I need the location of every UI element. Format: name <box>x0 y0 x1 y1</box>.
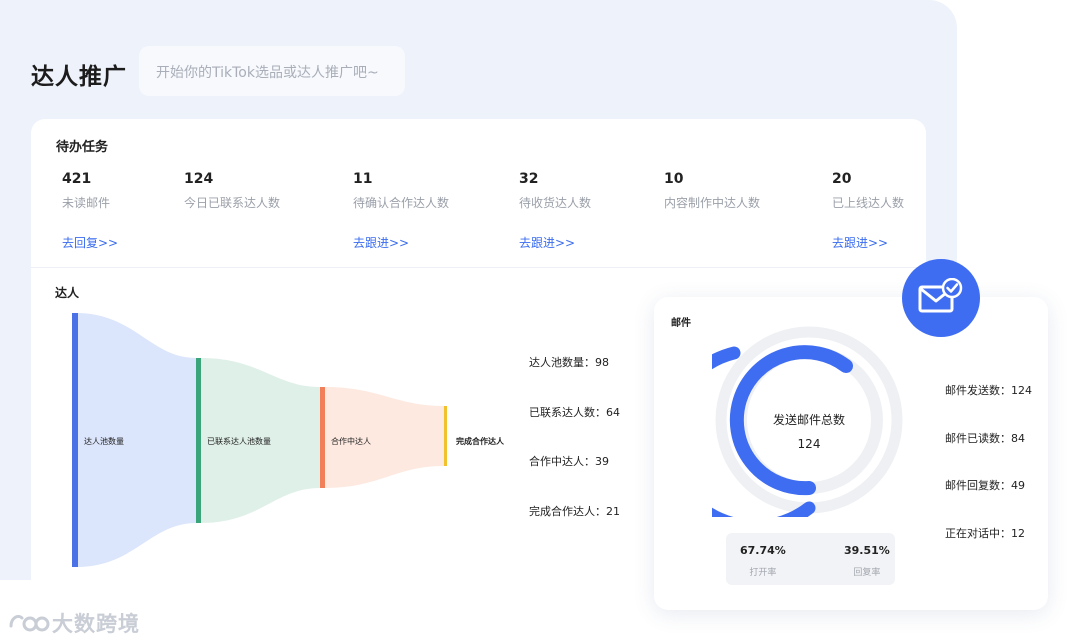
influencer-heading: 达人 <box>55 286 80 300</box>
task-count: 20 <box>832 171 852 187</box>
funnel-bar-cooperating <box>320 387 325 488</box>
task-count: 11 <box>353 171 373 187</box>
task-label: 内容制作中达人数 <box>664 196 761 210</box>
funnel-bar-contacted <box>196 358 201 523</box>
stat-mail-replied: 邮件回复数：49 <box>945 479 1025 492</box>
task-contacted-today: 124 今日已联系达人数 <box>184 171 280 211</box>
task-count: 124 <box>184 171 214 187</box>
mail-stats: 邮件发送数：124 邮件已读数：84 邮件回复数：49 正在对话中：12 <box>945 382 1032 572</box>
donut-center: 发送邮件总数 124 <box>739 411 879 451</box>
follow-up-link[interactable]: 去跟进>> <box>519 234 591 251</box>
task-label: 已上线达人数 <box>832 196 905 210</box>
watermark: 大数跨境 <box>8 608 140 638</box>
task-label: 待收货达人数 <box>519 196 592 210</box>
search-input[interactable]: 开始你的TikTok选品或达人推广吧~ <box>139 46 405 96</box>
watermark-logo-icon <box>9 614 50 632</box>
task-label: 今日已联系达人数 <box>184 196 281 210</box>
todo-heading: 待办任务 <box>56 140 109 155</box>
mail-card: 邮件 发送邮件总数 124 邮件发送数：124 邮件已读数：84 邮件回复数：4… <box>654 297 1048 610</box>
follow-up-link[interactable]: 去跟进>> <box>353 234 449 251</box>
reply-link[interactable]: 去回复>> <box>62 234 118 251</box>
influencer-funnel-chart: 达人池数量 已联系达人池数量 合作中达人 完成合作达人 <box>72 313 505 567</box>
stat-pool-count: 达人池数量：98 <box>529 356 609 369</box>
funnel-label-cooperating: 合作中达人 <box>331 436 371 446</box>
task-label: 未读邮件 <box>62 196 111 210</box>
mail-badge <box>902 259 980 337</box>
funnel-label-contacted: 已联系达人池数量 <box>207 436 271 446</box>
watermark-text: 大数跨境 <box>52 612 140 636</box>
funnel-label-completed: 完成合作达人 <box>456 436 505 446</box>
page-title: 达人推广 <box>31 64 127 90</box>
funnel-label-pool: 达人池数量 <box>84 436 124 446</box>
task-pending-delivery: 32 待收货达人数 去跟进>> <box>519 171 591 251</box>
stat-mail-in-conversation: 正在对话中：12 <box>945 526 1025 540</box>
stat-contacted-count: 已联系达人数：64 <box>529 405 620 419</box>
follow-up-link[interactable]: 去跟进>> <box>832 234 904 251</box>
donut-center-title: 发送邮件总数 <box>772 413 845 427</box>
task-unread-mail: 421 未读邮件 去回复>> <box>62 171 118 251</box>
task-content-production: 10 内容制作中达人数 <box>664 171 760 211</box>
mail-check-icon <box>918 278 963 313</box>
search-placeholder: 开始你的TikTok选品或达人推广吧~ <box>156 65 379 81</box>
reply-rate-label: 回复率 <box>853 568 881 578</box>
task-count: 10 <box>664 171 684 187</box>
reply-rate: 39.51% 回复率 <box>844 544 890 578</box>
open-rate-label: 打开率 <box>749 568 777 578</box>
mail-heading: 邮件 <box>671 318 691 329</box>
section-divider <box>31 267 926 268</box>
task-count: 32 <box>519 171 539 187</box>
task-pending-confirm: 11 待确认合作达人数 去跟进>> <box>353 171 449 251</box>
task-count: 421 <box>62 171 92 187</box>
open-rate: 67.74% 打开率 <box>740 544 786 578</box>
stat-completed-count: 完成合作达人：21 <box>529 504 620 518</box>
funnel-bar-pool <box>72 313 78 567</box>
stat-mail-read: 邮件已读数：84 <box>945 431 1025 445</box>
stat-cooperating-count: 合作中达人：39 <box>529 455 609 468</box>
task-label: 待确认合作达人数 <box>353 196 450 210</box>
funnel-bar-completed <box>444 406 447 466</box>
reply-rate-value: 39.51% <box>844 544 890 557</box>
open-rate-value: 67.74% <box>740 544 786 557</box>
stat-mail-sent: 邮件发送数：124 <box>945 384 1032 397</box>
rate-summary: 67.74% 打开率 39.51% 回复率 <box>726 533 895 585</box>
influencer-stats: 达人池数量：98 已联系达人数：64 合作中达人：39 完成合作达人：21 <box>529 354 620 552</box>
task-online: 20 已上线达人数 去跟进>> <box>832 171 904 251</box>
donut-center-value: 124 <box>797 437 821 451</box>
